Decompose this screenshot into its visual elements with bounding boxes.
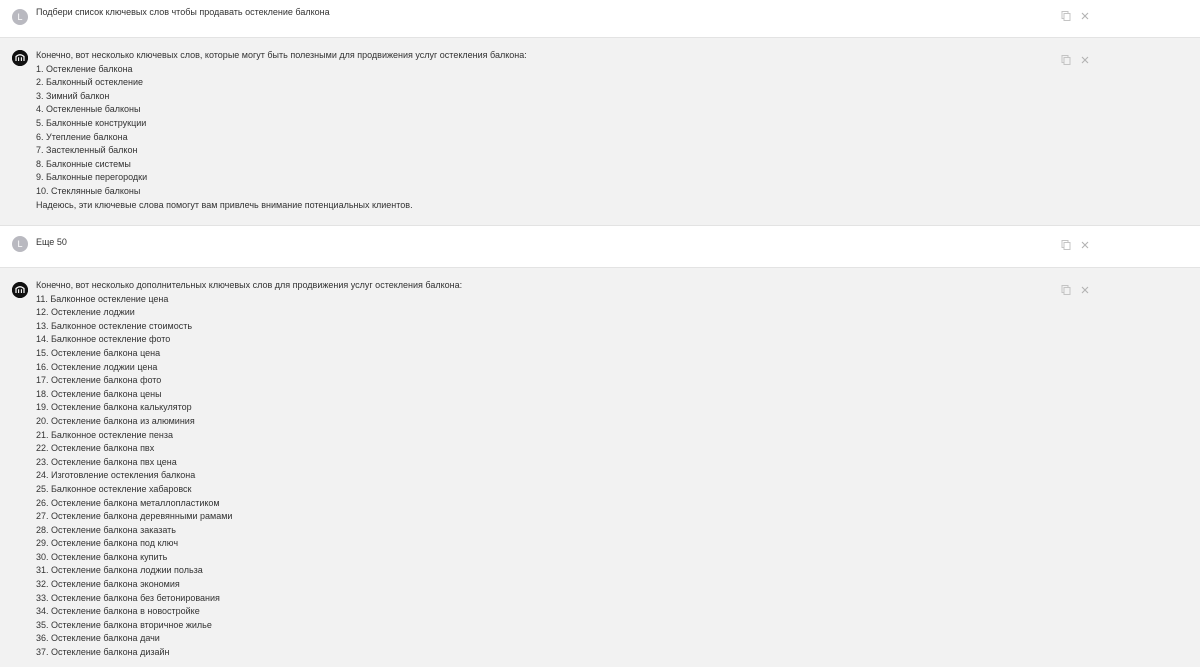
user-avatar: L [12,9,28,25]
list-item: 35. Остекление балкона вторичное жилье [36,619,212,630]
list-item: 16. Остекление лоджии цена [36,361,158,372]
list-item: 1. Остекление балкона [36,63,133,74]
chat-transcript: L Подбери список ключевых слов чтобы про… [0,0,1200,667]
message-text: Конечно, вот несколько дополнительных кл… [36,279,1060,660]
list-item: 11. Балконное остекление цена [36,293,169,304]
list-item: 20. Остекление балкона из алюминия [36,415,195,426]
message-assistant-1: Конечно, вот несколько ключевых слов, ко… [0,38,1200,226]
list-item: 31. Остекление балкона лоджии польза [36,565,203,576]
list-item: 2. Балконный остекление [36,77,143,88]
list-item: 8. Балконные системы [36,158,131,169]
list-item: 9. Балконные перегородки [36,172,148,183]
list-item: 24. Изготовление остекления балкона [36,470,196,481]
close-icon[interactable] [1080,52,1090,64]
message-actions [1061,237,1091,250]
list-item: 25. Балконное остекление хабаровск [36,483,192,494]
list-item: 33. Остекление балкона без бетонирования [36,592,220,603]
message-text: Подбери список ключевых слов чтобы прода… [36,6,1060,20]
list-item: 29. Остекление балкона под ключ [36,538,179,549]
message-text: Еще 50 [36,236,1060,250]
list-item: 10. Стеклянные балконы [36,185,141,196]
message-actions [1061,282,1091,295]
close-icon[interactable] [1080,8,1090,20]
list-item: 6. Утепление балкона [36,131,128,142]
list-item: 23. Остекление балкона пвх цена [36,456,177,467]
list-item: 4. Остекленные балконы [36,104,141,115]
message-assistant-2: Конечно, вот несколько дополнительных кл… [0,268,1200,667]
message-actions [1061,52,1091,65]
list-item: 18. Остекление балкона цены [36,388,162,399]
list-item: 5. Балконные конструкции [36,117,147,128]
list-item: 32. Остекление балкона экономия [36,579,180,590]
message-user-2: L Еще 50 [0,226,1200,268]
list-item: 12. Остекление лоджии [36,307,135,318]
message-line: Конечно, вот несколько дополнительных кл… [36,280,463,290]
list-item: 15. Остекление балкона цена [36,347,161,358]
message-actions [1061,8,1091,21]
list-item: 27. Остекление балкона деревянными рамам… [36,511,233,522]
bot-logo-icon [12,282,28,298]
copy-icon[interactable] [1061,52,1071,65]
list-item: 21. Балконное остекление пенза [36,429,173,440]
message-user-1: L Подбери список ключевых слов чтобы про… [0,0,1200,38]
message-text: Конечно, вот несколько ключевых слов, ко… [36,49,1060,212]
message-line: Еще 50 [36,237,67,247]
list-item: 37. Остекление балкона дизайн [36,647,170,658]
list-item: 3. Зимний балкон [36,90,110,101]
list-item: 7. Застекленный балкон [36,145,138,156]
message-line: Подбери список ключевых слов чтобы прода… [36,7,330,17]
list-item: 28. Остекление балкона заказать [36,524,176,535]
close-icon[interactable] [1080,282,1090,294]
list-item: 30. Остекление балкона купить [36,551,168,562]
message-line: Надеюсь, эти ключевые слова помогут вам … [36,199,413,210]
close-icon[interactable] [1080,237,1090,249]
list-item: 13. Балконное остекление стоимость [36,320,193,331]
list-item: 19. Остекление балкона калькулятор [36,402,192,413]
list-item: 14. Балконное остекление фото [36,334,171,345]
bot-logo-icon [12,50,28,66]
list-item: 36. Остекление балкона дачи [36,633,160,644]
message-line: Конечно, вот несколько ключевых слов, ко… [36,50,527,60]
list-item: 17. Остекление балкона фото [36,375,162,386]
list-item: 26. Остекление балкона металлопластиком [36,497,220,508]
list-item: 22. Остекление балкона пвх [36,443,155,454]
user-avatar: L [12,236,28,252]
copy-icon[interactable] [1061,8,1071,21]
list-item: 34. Остекление балкона в новостройке [36,606,200,617]
copy-icon[interactable] [1061,282,1071,295]
copy-icon[interactable] [1061,237,1071,250]
